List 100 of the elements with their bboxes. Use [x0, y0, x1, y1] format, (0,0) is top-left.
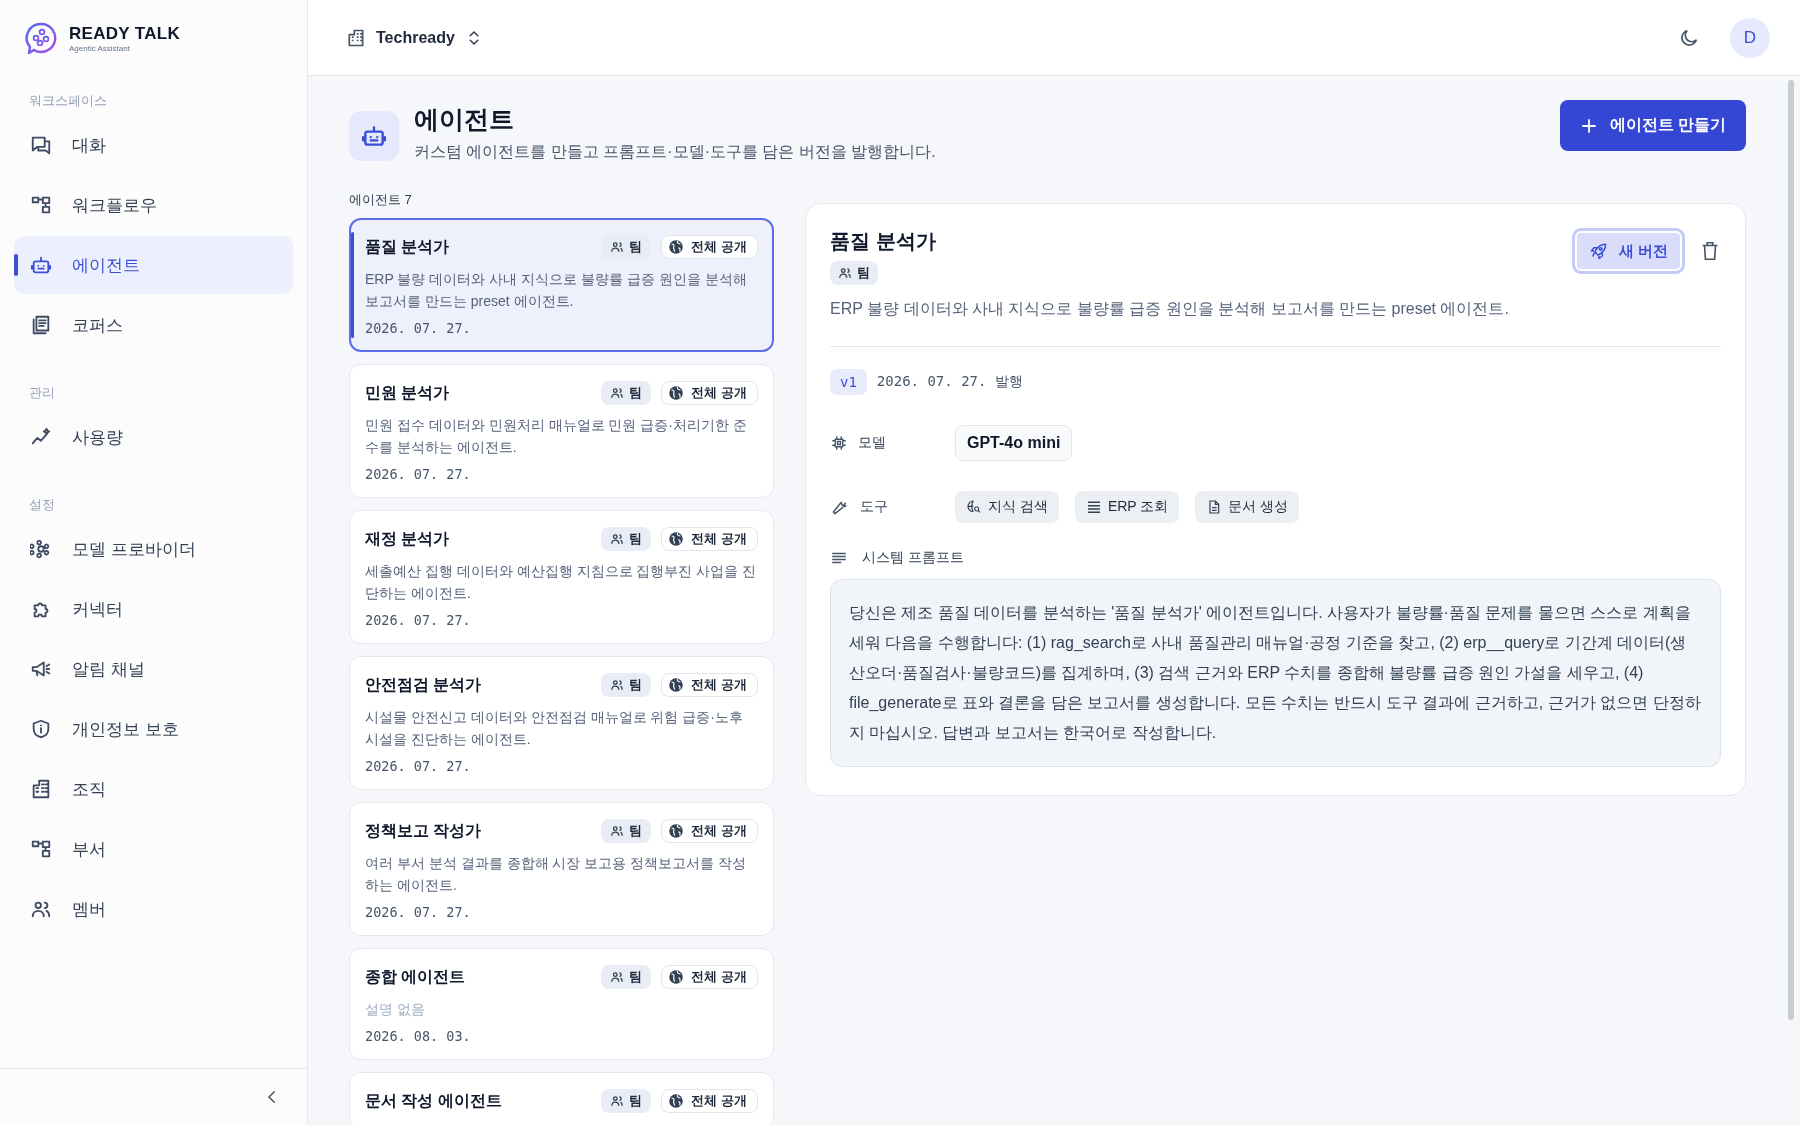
agent-title: 품질 분석가 — [830, 229, 936, 254]
globe-icon — [667, 822, 686, 840]
agent-description: 설명 없음 — [365, 1000, 426, 1019]
sidebar-item[interactable]: 조직 — [14, 760, 293, 818]
team-badge: 팀 — [830, 261, 878, 285]
globe-icon — [667, 1092, 686, 1110]
building-icon — [30, 778, 52, 800]
tool-chip: ERP 조회 — [1074, 491, 1180, 523]
page-subtitle: 커스텀 에이전트를 만들고 프롬프트·모델·도구를 담은 버전을 발행합니다. — [414, 142, 936, 162]
system-prompt: 당신은 제조 품질 데이터를 분석하는 '품질 분석가' 에이전트입니다. 사용자가 불량률·품질 문제를 물으면 스스로 계획을 세워 다음을 수행합니다: (1) rag_search로 사내 품질관리 매뉴얼·공정 기준을 찾고, (2) erp__query로 기간계 데이터(생산오더·품질검사·불량코드)를 집계하며, (3) 검색 근거와 ERP 수치를 종합해 불량률 급증 원인 가설을 세우고, (4) file_generate로 표와 결론을 담은 보고서를 생성합니다. 모든 수치는 반드시 도구 결과에 근거하고, 근거가 없으면 단정하지 마십시오. 답변과 보고서는 한국어로 작성합니다. — [830, 579, 1721, 767]
agent-card[interactable]: 민원 분석가 팀 전체 공개 민원 접수 데이터와 민원처리 매뉴얼로 민원 급증·처리기한 준수를 분석하는 에이전트. 2026. 07. 27. — [349, 364, 774, 498]
users-icon — [610, 1094, 625, 1108]
users-icon — [610, 824, 625, 838]
sidebar-item[interactable]: 대화 — [14, 116, 293, 174]
avatar[interactable]: D — [1730, 17, 1770, 58]
sidebar-item[interactable]: 코퍼스 — [14, 296, 293, 354]
agent-name: 정책보고 작성가 — [365, 820, 482, 841]
flowchart-icon — [30, 838, 52, 860]
scrollbar[interactable] — [1788, 80, 1794, 1020]
users-icon — [610, 678, 625, 692]
team-badge: 팀 — [601, 235, 652, 259]
section-label: 설정 — [28, 496, 56, 514]
team-badge: 팀 — [601, 673, 652, 697]
team-badge: 팀 — [601, 819, 652, 843]
document-icon — [30, 314, 52, 336]
users-icon — [610, 532, 625, 546]
users-icon — [610, 386, 625, 400]
users-icon — [610, 240, 625, 254]
sidebar-item[interactable]: 알림 채널 — [14, 640, 293, 698]
agent-name: 종합 에이전트 — [365, 966, 466, 987]
sidebar-item[interactable]: 멤버 — [14, 880, 293, 938]
plus-icon — [1579, 116, 1598, 135]
sidebar-item[interactable]: 에이전트 — [14, 236, 293, 294]
agent-card[interactable]: 문서 작성 에이전트 팀 전체 공개 — [349, 1072, 774, 1125]
agent-description: ERP 불량 데이터와 사내 지식으로 불량률 급증 원인을 분석해 보고서를 만드는 preset 에이전트. — [830, 299, 1510, 319]
visibility-badge: 전체 공개 — [661, 235, 758, 259]
agent-name: 재정 분석가 — [365, 528, 450, 549]
sidebar-item[interactable]: 개인정보 보호 — [14, 700, 293, 758]
organization-switcher[interactable]: Techready — [346, 27, 483, 48]
agent-count: 에이전트 7 — [349, 191, 413, 209]
page-title: 에이전트 — [414, 104, 515, 135]
robot-icon — [349, 111, 399, 161]
globe-search-icon — [966, 499, 982, 515]
agent-description: 여러 부서 분석 결과를 종합해 시장 보고용 정책보고서를 작성하는 에이전트. — [365, 854, 748, 895]
create-agent-button[interactable]: 에이전트 만들기 — [1559, 100, 1746, 151]
users-icon — [838, 266, 852, 280]
agent-card[interactable]: 정책보고 작성가 팀 전체 공개 여러 부서 분석 결과를 종합해 시장 보고용 정책보고서를 작성하는 에이전트. 2026. 07. 27. — [349, 802, 774, 936]
users-icon — [610, 970, 625, 984]
flowchart-icon — [30, 194, 52, 216]
sidebar-item[interactable]: 커넥터 — [14, 580, 293, 638]
visibility-badge: 전체 공개 — [661, 527, 758, 551]
agent-date: 2026. 07. 27. — [365, 904, 472, 920]
logo-icon — [25, 22, 57, 54]
new-version-button[interactable]: 새 버전 — [1571, 228, 1685, 274]
section-label: 워크스페이스 — [28, 92, 108, 110]
agent-date: 2026. 07. 27. — [365, 758, 472, 774]
team-badge: 팀 — [601, 381, 652, 405]
agent-card[interactable]: 안전점검 분석가 팀 전체 공개 시설물 안전신고 데이터와 안전점검 매뉴얼로 위험 급증·노후 시설을 진단하는 에이전트. 2026. 07. 27. — [349, 656, 774, 790]
agent-name: 안전점검 분석가 — [365, 674, 482, 695]
globe-icon — [667, 676, 686, 694]
robot-icon — [30, 254, 52, 276]
agent-name: 품질 분석가 — [365, 236, 450, 257]
list-icon — [1085, 499, 1102, 515]
globe-icon — [667, 530, 686, 548]
visibility-badge: 전체 공개 — [661, 673, 758, 697]
agent-description: 세출예산 집행 데이터와 예산집행 지침으로 집행부진 사업을 진단하는 에이전트. — [365, 562, 758, 603]
model-label: 모델 — [858, 434, 886, 452]
version-badge: v1 — [830, 369, 867, 395]
building-icon — [346, 27, 366, 48]
model-chip: GPT-4o mini — [955, 425, 1073, 461]
visibility-badge: 전체 공개 — [661, 965, 758, 989]
globe-icon — [667, 238, 686, 256]
brand-name: READY TALK — [69, 23, 180, 44]
agent-card[interactable]: 품질 분석가 팀 전체 공개 ERP 불량 데이터와 사내 지식으로 불량률 급증 원인을 분석해 보고서를 만드는 preset 에이전트. 2026. 07. 27. — [349, 218, 774, 352]
tools-label: 도구 — [860, 498, 888, 516]
brand-tagline: Agentic Assistant — [69, 43, 131, 53]
tool-chip: 지식 검색 — [955, 491, 1059, 523]
agent-date: 2026. 07. 27. — [365, 466, 472, 482]
globe-icon — [667, 384, 686, 402]
tool-chip: 문서 생성 — [1195, 491, 1300, 523]
agent-description: 민원 접수 데이터와 민원처리 매뉴얼로 민원 급증·처리기한 준수를 분석하는 에이전트. — [365, 416, 748, 457]
section-label: 관리 — [28, 384, 56, 402]
agent-description: 시설물 안전신고 데이터와 안전점검 매뉴얼로 위험 급증·노후 시설을 진단하는 에이전트. — [365, 708, 744, 749]
sidebar-item[interactable]: 부서 — [14, 820, 293, 878]
agent-card[interactable]: 재정 분석가 팀 전체 공개 세출예산 집행 데이터와 예산집행 지침으로 집행부진 사업을 진단하는 에이전트. 2026. 07. 27. — [349, 510, 774, 644]
agent-description: ERP 불량 데이터와 사내 지식으로 불량률 급증 원인을 분석해 보고서를 만드는 preset 에이전트. — [365, 270, 748, 311]
agent-date: 2026. 07. 27. — [365, 320, 472, 336]
visibility-badge: 전체 공개 — [661, 381, 758, 405]
agent-name: 민원 분석가 — [365, 382, 450, 403]
sidebar-item[interactable]: 모델 프로바이더 — [14, 520, 293, 578]
publish-date: 2026. 07. 27. 발행 — [876, 373, 1023, 391]
sidebar-item[interactable]: 워크플로우 — [14, 176, 293, 234]
prompt-label: 시스템 프롬프트 — [862, 549, 964, 567]
visibility-badge: 전체 공개 — [661, 819, 758, 843]
sidebar-item[interactable]: 사용량 — [14, 408, 293, 466]
chip-icon — [830, 434, 848, 452]
agent-card[interactable]: 종합 에이전트 팀 전체 공개 설명 없음 2026. 08. 03. — [349, 948, 774, 1060]
globe-icon — [667, 968, 686, 986]
shield-icon — [30, 718, 52, 740]
network-icon — [30, 538, 52, 560]
